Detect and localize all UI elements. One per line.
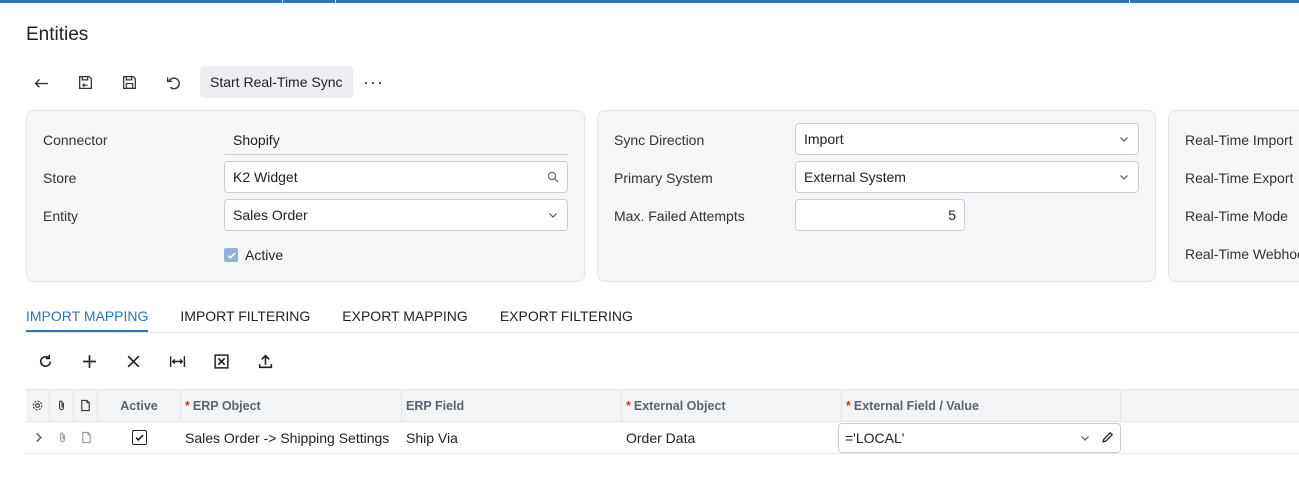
refresh-icon[interactable] [30, 346, 60, 376]
note-icon[interactable] [74, 422, 98, 453]
external-object-cell[interactable]: Order Data [622, 422, 842, 453]
row-active-cell [98, 422, 181, 453]
real-time-export-label: Real-Time Export [1185, 170, 1294, 186]
column-header-external-object[interactable]: * External Object [622, 390, 842, 421]
column-header-external-field[interactable]: * External Field / Value [842, 390, 1121, 421]
back-arrow-icon[interactable] [26, 66, 56, 98]
tab-import-filtering[interactable]: IMPORT FILTERING [180, 300, 310, 332]
max-failed-attempts-input[interactable]: 5 [795, 199, 965, 231]
erp-object-cell[interactable]: Sales Order -> Shipping Settings [181, 422, 402, 453]
save-close-icon[interactable] [70, 66, 100, 98]
pencil-edit-icon[interactable] [1101, 431, 1114, 444]
connector-label: Connector [43, 132, 108, 148]
upload-icon[interactable] [250, 346, 280, 376]
undo-icon[interactable] [158, 66, 188, 98]
row-active-checkbox[interactable] [132, 430, 147, 445]
checkbox-checked-icon[interactable] [224, 248, 238, 262]
expand-row-chevron-icon[interactable] [26, 422, 50, 453]
column-header-active[interactable]: Active [98, 390, 181, 421]
table-row[interactable]: Sales Order -> Shipping Settings Ship Vi… [26, 422, 1299, 454]
store-field[interactable]: K2 Widget [224, 161, 568, 193]
active-label: Active [245, 247, 284, 263]
real-time-import-label: Real-Time Import [1185, 132, 1293, 148]
main-toolbar: Start Real-Time Sync ··· [26, 66, 389, 98]
sync-direction-label: Sync Direction [614, 132, 705, 148]
chevron-down-icon [1120, 175, 1128, 180]
more-options-icon[interactable]: ··· [359, 66, 389, 98]
real-time-webhook-label: Real-Time Webhoo [1185, 246, 1299, 262]
grid-toolbar [30, 346, 294, 376]
tab-export-mapping[interactable]: EXPORT MAPPING [342, 300, 468, 332]
tab-export-filtering[interactable]: EXPORT FILTERING [500, 300, 633, 332]
fit-columns-icon[interactable] [162, 346, 192, 376]
tab-import-mapping[interactable]: IMPORT MAPPING [26, 300, 149, 332]
page-title: Entities [26, 24, 89, 45]
chevron-down-icon [1120, 137, 1128, 142]
entity-select[interactable]: Sales Order [224, 199, 568, 231]
connector-value: Shopify [225, 125, 568, 155]
export-excel-icon[interactable] [206, 346, 236, 376]
note-header-icon [74, 390, 98, 421]
real-time-mode-label: Real-Time Mode [1185, 208, 1288, 224]
chevron-down-icon [549, 213, 557, 218]
attachment-header-icon [50, 390, 74, 421]
erp-field-cell[interactable]: Ship Via [402, 422, 622, 453]
chevron-down-icon[interactable] [1079, 432, 1091, 444]
real-time-settings-panel: Real-Time Import Real-Time Export Real-T… [1168, 110, 1299, 282]
save-icon[interactable] [114, 66, 144, 98]
delete-row-icon[interactable] [118, 346, 148, 376]
settings-gear-icon[interactable] [26, 390, 50, 421]
add-row-icon[interactable] [74, 346, 104, 376]
search-icon[interactable] [547, 171, 559, 183]
entity-settings-panel: Connector Shopify Store K2 Widget Entity… [26, 110, 585, 282]
top-accent-bar [0, 0, 1299, 3]
grid-header: Active * ERP Object ERP Field * External O… [26, 389, 1299, 422]
sync-direction-select[interactable]: Import [795, 123, 1139, 155]
column-header-erp-field[interactable]: ERP Field [402, 390, 622, 421]
store-label: Store [43, 170, 77, 186]
external-field-input[interactable]: ='LOCAL' [838, 422, 1121, 453]
primary-system-label: Primary System [614, 170, 713, 186]
mapping-grid: Active * ERP Object ERP Field * External O… [26, 389, 1299, 454]
tabs-divider [26, 332, 1299, 333]
active-checkbox[interactable]: Active [224, 247, 283, 263]
mapping-tabs: IMPORT MAPPING IMPORT FILTERING EXPORT M… [26, 300, 665, 332]
column-header-erp-object[interactable]: * ERP Object [181, 390, 402, 421]
entity-label: Entity [43, 208, 79, 224]
max-failed-attempts-label: Max. Failed Attempts [614, 208, 745, 224]
external-field-cell: ='LOCAL' [838, 422, 1121, 453]
primary-system-select[interactable]: External System [795, 161, 1139, 193]
sync-settings-panel: Sync Direction Import Primary System Ext… [597, 110, 1156, 282]
start-real-time-sync-button[interactable]: Start Real-Time Sync [200, 66, 353, 98]
attachment-icon[interactable] [50, 422, 74, 453]
